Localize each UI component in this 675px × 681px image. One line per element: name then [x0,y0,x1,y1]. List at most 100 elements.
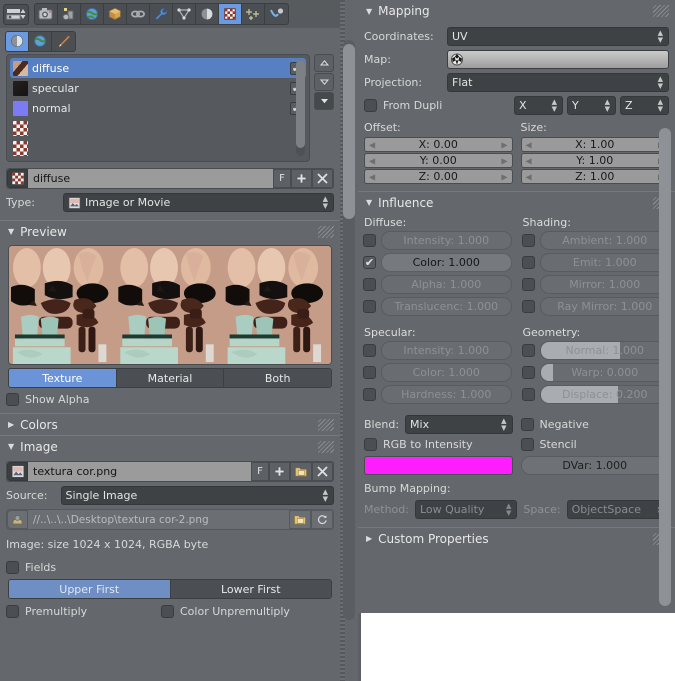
image-name-input[interactable]: textura cor.png [28,462,251,481]
left-arrow-icon[interactable]: ◀ [369,172,375,181]
negative-checkbox[interactable] [520,418,534,431]
influence-color-swatch[interactable] [364,456,513,475]
texture-slot-item[interactable] [10,118,306,138]
specular-intensity-checkbox[interactable] [363,344,376,357]
texture-slot-item[interactable]: diffuse ✔ [10,58,306,78]
colors-section-header[interactable]: ▶ Colors [0,413,340,435]
tab-texture[interactable] [219,4,242,24]
stencil-checkbox[interactable] [520,438,534,451]
mapping-section-header[interactable]: ▼ Mapping [358,0,675,22]
preview-mode-material[interactable]: Material [116,369,225,387]
fake-user-button[interactable]: F [273,169,291,188]
tab-modifiers[interactable] [150,4,173,24]
diffuse-alpha-checkbox[interactable] [363,278,376,291]
preview-mode-texture[interactable]: Texture [9,369,117,387]
image-filepath-input[interactable]: //..\..\..\Desktop\textura cor-2.png [28,510,289,529]
shading-emit-checkbox[interactable] [521,256,535,269]
specular-intensity-slider[interactable]: Intensity: 1.000 [381,341,512,360]
diffuse-intensity-checkbox[interactable] [363,234,376,247]
move-slot-up-button[interactable] [314,54,334,72]
show-alpha-toggle[interactable]: Show Alpha [6,393,89,406]
specular-color-slider[interactable]: Color: 1.000 [381,363,512,382]
fields-toggle[interactable]: Fields [6,561,56,574]
size-z-field[interactable]: ◀ Z: 1.00 ▶ [520,169,669,184]
rgb-to-intensity-checkbox[interactable] [364,438,377,451]
left-arrow-icon[interactable]: ◀ [369,140,375,149]
left-arrow-icon[interactable]: ◀ [369,156,375,165]
geometry-displace-slider[interactable]: Displace: 0.200 [539,385,670,404]
preview-section-header[interactable]: ▼ Preview [0,220,340,242]
shading-ray-mirror-checkbox[interactable] [521,300,535,313]
blend-dropdown[interactable]: Mix ▲ ▼ [405,415,513,434]
editor-type-selector[interactable] [3,3,29,25]
offset-x-field[interactable]: ◀ X: 0.00 ▶ [364,137,513,152]
stencil-toggle[interactable]: Stencil [520,438,577,451]
size-x-field[interactable]: ◀ X: 1.00 ▶ [520,137,669,152]
texture-slot-item[interactable]: specular ✔ [10,78,306,98]
shading-ambient-slider[interactable]: Ambient: 1.000 [539,231,670,250]
tab-physics[interactable] [265,4,288,24]
left-arrow-icon[interactable]: ◀ [526,140,532,149]
axis-y-dropdown[interactable]: Y ▲ ▼ [567,96,616,115]
geometry-warp-slider[interactable]: Warp: 0.000 [539,363,670,382]
geometry-normal-checkbox[interactable] [521,344,535,357]
tab-constraints[interactable] [127,4,150,24]
subtab-brush-texture[interactable] [52,32,75,51]
texture-slot-item[interactable]: normal ✔ [10,98,306,118]
geometry-warp-checkbox[interactable] [521,366,535,379]
left-arrow-icon[interactable]: ◀ [526,156,532,165]
negative-toggle[interactable]: Negative [520,418,589,431]
filepath-browse-icon[interactable] [7,510,28,529]
tab-object[interactable] [104,4,127,24]
tab-render-layers[interactable] [58,4,81,24]
influence-section-header[interactable]: ▼ Influence [358,191,675,213]
specular-hardness-checkbox[interactable] [363,388,376,401]
from-dupli-checkbox[interactable] [364,99,377,112]
list-scrollbar[interactable] [296,60,305,156]
shading-mirror-checkbox[interactable] [521,278,535,291]
size-y-field[interactable]: ◀ Y: 1.00 ▶ [520,153,669,168]
unlink-image-button[interactable] [312,462,333,481]
custom-properties-section-header[interactable]: ▶ Custom Properties [358,527,675,549]
right-panel-scrollbar[interactable] [659,128,671,606]
left-panel-scrollbar[interactable] [343,40,355,620]
slot-specials-menu-button[interactable] [314,92,334,110]
right-arrow-icon[interactable]: ▶ [501,140,507,149]
texture-name-input[interactable]: diffuse [28,169,273,188]
open-image-button[interactable] [290,462,312,481]
preview-mode-both[interactable]: Both [224,369,331,387]
tab-object-data[interactable] [173,4,196,24]
shading-mirror-slider[interactable]: Mirror: 1.000 [539,275,670,294]
left-arrow-icon[interactable]: ◀ [526,172,532,181]
diffuse-color-checkbox[interactable]: ✔ [363,256,376,269]
map-uv-search-field[interactable] [447,50,669,69]
image-source-dropdown[interactable]: Single Image ▲ ▼ [60,486,334,505]
specular-color-checkbox[interactable] [363,366,376,379]
bump-space-dropdown[interactable]: ObjectSpace ▲▼ [566,500,670,519]
rgb-to-intensity-toggle[interactable]: RGB to Intensity [364,438,473,451]
texture-slot-list[interactable]: diffuse ✔ specular ✔ normal ✔ [6,54,310,162]
field-order-lower-first[interactable]: Lower First [170,580,331,598]
tab-material[interactable] [196,4,219,24]
tab-particles[interactable] [242,4,265,24]
texture-slot-item[interactable] [10,138,306,158]
tab-world[interactable] [81,4,104,24]
texture-preview[interactable] [8,245,332,365]
from-dupli-toggle[interactable]: From Dupli [364,99,514,112]
diffuse-translucency-checkbox[interactable] [363,300,376,313]
image-id-icon[interactable] [7,462,28,481]
projection-dropdown[interactable]: Flat ▲ ▼ [447,73,669,92]
texture-type-dropdown[interactable]: Image or Movie ▲ ▼ [62,193,334,212]
show-alpha-checkbox[interactable] [6,393,19,406]
diffuse-translucency-slider[interactable]: Translucenc: 1.000 [381,297,512,316]
axis-x-dropdown[interactable]: X ▲ ▼ [514,96,563,115]
shading-ray-mirror-slider[interactable]: Ray Mirror: 1.000 [539,297,670,316]
shading-emit-slider[interactable]: Emit: 1.000 [539,253,670,272]
offset-z-field[interactable]: ◀ Z: 0.00 ▶ [364,169,513,184]
specular-hardness-slider[interactable]: Hardness: 1.000 [381,385,512,404]
geometry-normal-slider[interactable]: Normal: 1.000 [539,341,670,360]
reload-image-button[interactable] [311,510,333,529]
field-order-upper-first[interactable]: Upper First [9,580,171,598]
offset-y-field[interactable]: ◀ Y: 0.00 ▶ [364,153,513,168]
bump-method-dropdown[interactable]: Low Quality ▲ ▼ [414,500,518,519]
